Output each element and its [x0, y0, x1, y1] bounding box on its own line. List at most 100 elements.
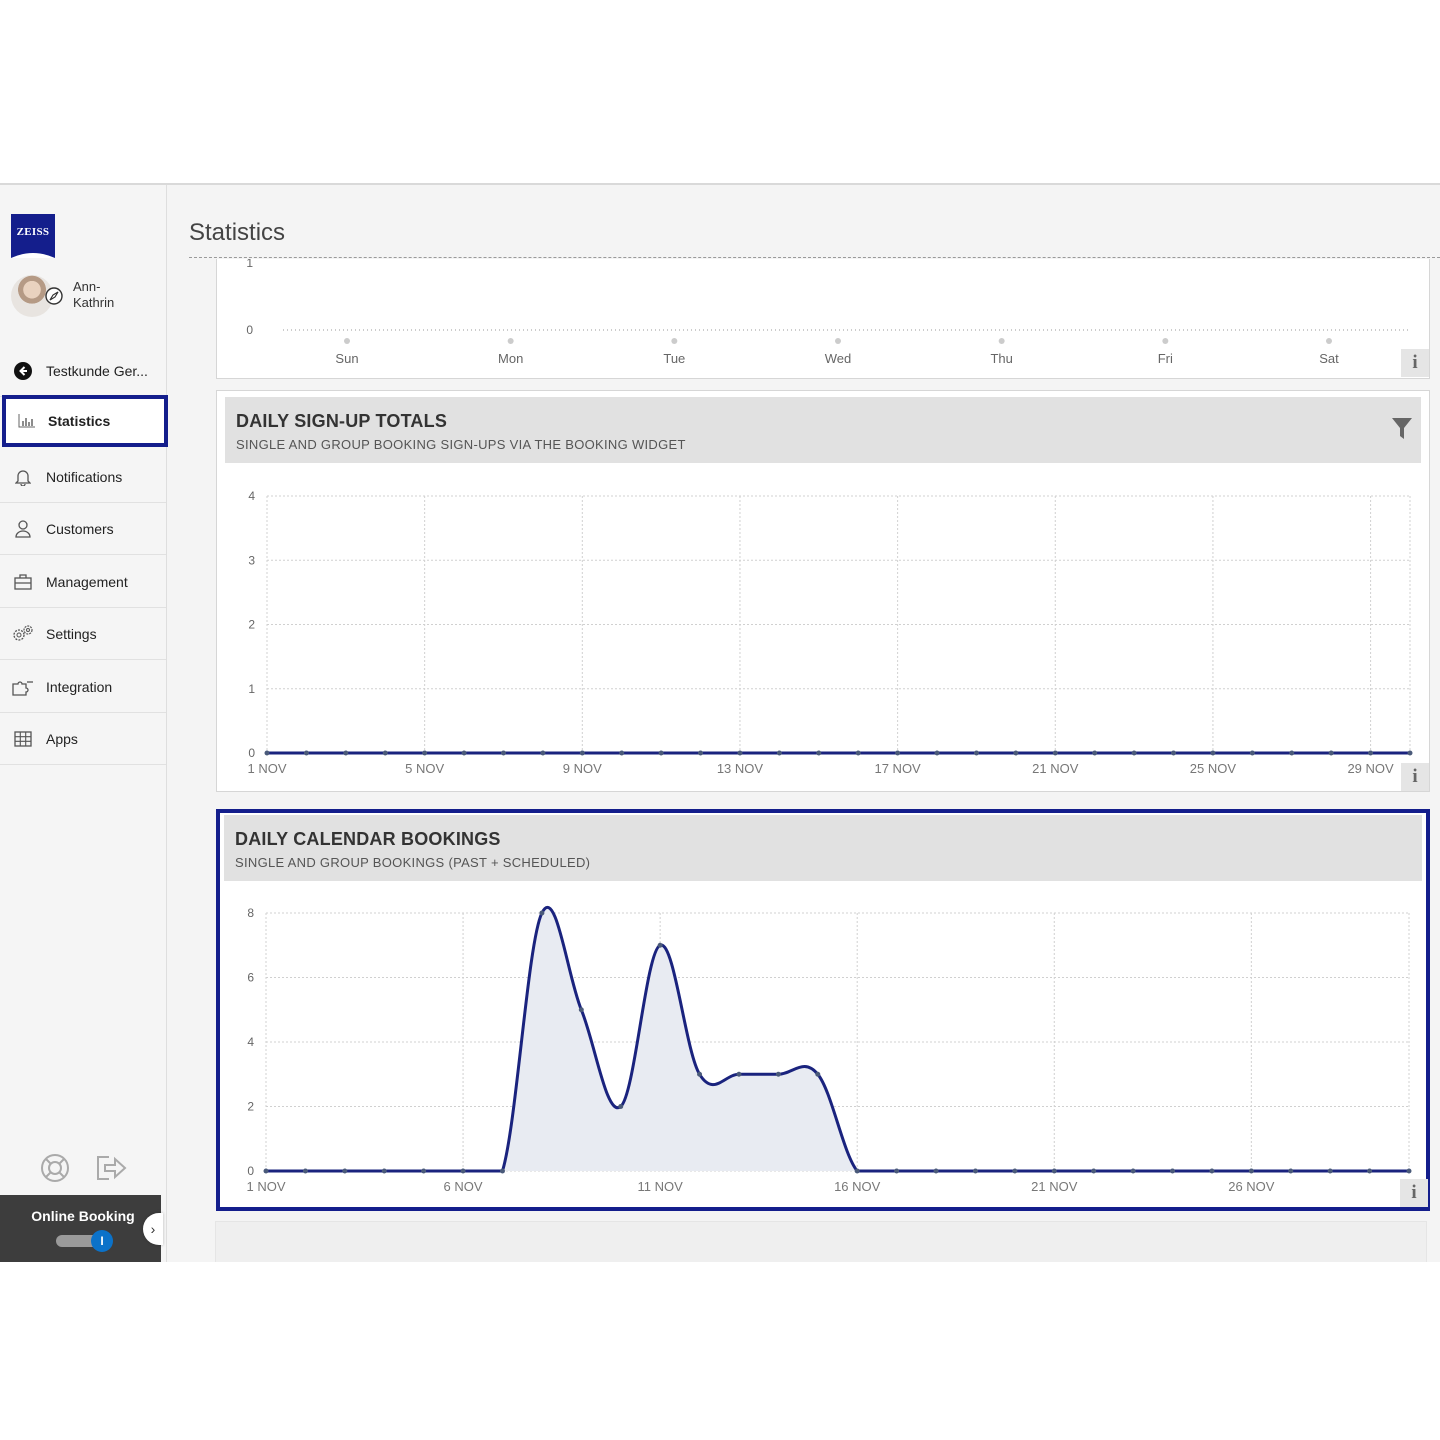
x-tick-label: 16 NOV — [834, 1179, 881, 1194]
help-icon[interactable] — [40, 1153, 70, 1183]
y-tick-label: 4 — [248, 489, 255, 503]
data-point — [1013, 750, 1019, 756]
data-point — [619, 750, 625, 756]
sidebar-item-statistics[interactable]: Statistics — [2, 395, 168, 447]
data-point — [1209, 1168, 1215, 1174]
x-tick-label: Mon — [498, 351, 523, 366]
x-point — [835, 338, 841, 344]
x-tick-label: 6 NOV — [444, 1179, 483, 1194]
data-point — [973, 750, 979, 756]
card-subtitle: SINGLE AND GROUP BOOKINGS (PAST + SCHEDU… — [235, 855, 591, 870]
logo-text: ZEISS — [16, 226, 50, 238]
data-point — [736, 1071, 742, 1077]
compass-icon[interactable] — [45, 287, 63, 305]
x-point — [1326, 338, 1332, 344]
card-title: DAILY SIGN-UP TOTALS — [236, 411, 448, 431]
y-tick-label: 8 — [247, 906, 254, 920]
page-title: Statistics — [189, 219, 286, 246]
daily-signup-card: DAILY SIGN-UP TOTALS SINGLE AND GROUP BO… — [216, 390, 1430, 792]
info-icon[interactable]: i — [1400, 1179, 1428, 1207]
x-tick-label: 1 NOV — [246, 1179, 285, 1194]
x-tick-label: Wed — [825, 351, 852, 366]
x-tick-label: 29 NOV — [1347, 761, 1394, 776]
x-point — [507, 338, 514, 344]
data-point — [1051, 1168, 1057, 1174]
data-point — [658, 750, 664, 756]
zeiss-logo[interactable]: ZEISS — [11, 214, 55, 258]
data-point — [1171, 750, 1177, 756]
briefcase-icon — [0, 573, 46, 590]
data-point — [500, 750, 506, 756]
online-booking-toggle[interactable]: I — [56, 1230, 114, 1252]
sidebar-footer-icons — [40, 1153, 140, 1183]
next-card-preview — [215, 1221, 1427, 1262]
data-point — [1406, 1168, 1412, 1174]
info-icon[interactable]: i — [1401, 349, 1429, 377]
data-point — [382, 750, 388, 756]
sidebar-item-management[interactable]: Management — [0, 556, 166, 608]
logout-icon[interactable] — [95, 1153, 127, 1183]
gears-icon — [0, 624, 46, 643]
data-point — [1248, 1168, 1254, 1174]
data-point — [1249, 750, 1255, 756]
bell-icon — [0, 468, 46, 486]
x-tick-label: 13 NOV — [717, 761, 764, 776]
data-point — [895, 750, 901, 756]
data-point — [579, 750, 585, 756]
data-point — [1170, 1168, 1176, 1174]
data-point — [1052, 750, 1058, 756]
data-point — [1368, 750, 1374, 756]
y-tick-label: 2 — [247, 1100, 254, 1114]
data-point — [855, 750, 861, 756]
sidebar-item-apps[interactable]: Apps — [0, 713, 166, 765]
x-tick-label: 9 NOV — [563, 761, 602, 776]
sidebar-item-label: Customers — [46, 520, 114, 537]
sidebar-item-back[interactable]: Testkunde Ger... — [0, 345, 166, 397]
x-point — [998, 338, 1005, 344]
data-point — [303, 750, 309, 756]
sidebar-item-customers[interactable]: Customers — [0, 503, 166, 555]
puzzle-icon — [0, 678, 46, 696]
data-point — [737, 750, 743, 756]
x-tick-label: 17 NOV — [874, 761, 921, 776]
data-point — [1130, 1168, 1136, 1174]
sidebar-item-integration[interactable]: Integration — [0, 661, 166, 713]
bar-chart-icon — [6, 414, 48, 428]
x-tick-label: 21 NOV — [1031, 1179, 1078, 1194]
x-point — [1162, 338, 1169, 344]
online-booking-label: Online Booking — [31, 1208, 135, 1224]
data-point — [343, 750, 349, 756]
card-subtitle: SINGLE AND GROUP BOOKING SIGN-UPS VIA TH… — [236, 437, 686, 452]
y-tick-label: 2 — [248, 618, 255, 632]
user-profile[interactable]: Ann-Kathrin — [11, 275, 161, 319]
data-point — [934, 750, 940, 756]
y-tick-label: 4 — [247, 1035, 254, 1049]
chevron-right-icon: › — [150, 1221, 156, 1237]
y-tick-label: 0 — [248, 746, 255, 760]
x-tick-label: 21 NOV — [1032, 761, 1079, 776]
x-tick-label: Fri — [1158, 351, 1173, 366]
app-window: ZEISS Ann-Kathrin Testkunde Ger... Stati… — [0, 183, 1440, 1262]
x-tick-label: 5 NOV — [405, 761, 444, 776]
x-tick-label: 25 NOV — [1190, 761, 1237, 776]
info-icon[interactable]: i — [1401, 763, 1429, 791]
toggle-knob[interactable]: I — [91, 1230, 113, 1252]
data-point — [698, 750, 704, 756]
data-point — [1091, 1168, 1097, 1174]
y-tick-label: 6 — [247, 971, 254, 985]
data-point — [578, 1007, 584, 1013]
data-point — [460, 1168, 466, 1174]
data-point — [816, 750, 822, 756]
sidebar-item-settings[interactable]: Settings — [0, 608, 166, 660]
x-tick-label: 1 NOV — [247, 761, 286, 776]
data-point — [1288, 1168, 1294, 1174]
weekly-chart: 1 0 Sun Mon Tue Wed Thu Fri Sat — [246, 256, 1411, 366]
sidebar-item-notifications[interactable]: Notifications — [0, 451, 166, 503]
sidebar-item-label: Settings — [46, 625, 97, 642]
x-tick-label: Thu — [990, 351, 1012, 366]
data-point — [618, 1104, 624, 1109]
data-point — [264, 750, 270, 756]
sidebar-item-label: Integration — [46, 678, 113, 695]
data-point — [1012, 1168, 1018, 1174]
filter-icon[interactable] — [1391, 417, 1413, 441]
